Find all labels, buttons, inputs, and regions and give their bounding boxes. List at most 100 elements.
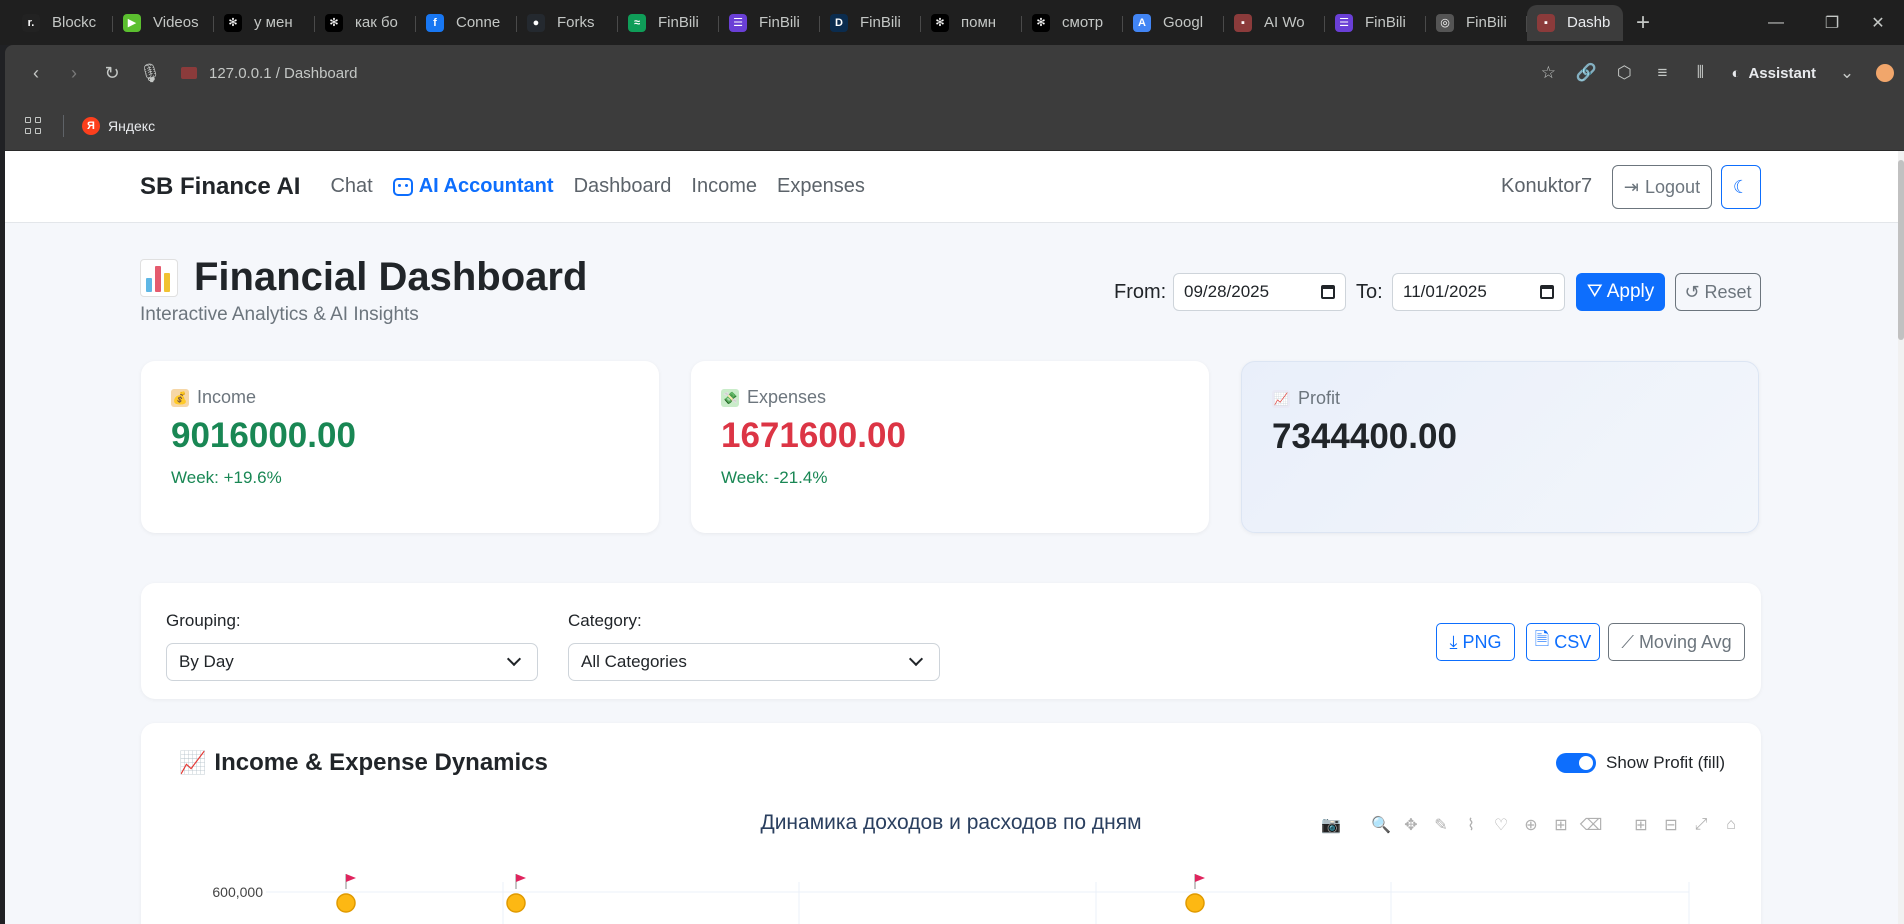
- browser-tab[interactable]: ✻ помн: [921, 5, 1022, 41]
- browser-tab[interactable]: ≈ FinBili: [618, 5, 719, 41]
- page-title: Financial Dashboard: [140, 255, 587, 300]
- nav-link-expenses[interactable]: Expenses: [777, 175, 865, 198]
- income-value: 9016000.00: [171, 416, 356, 455]
- income-label: Income: [197, 387, 257, 407]
- calendar-icon[interactable]: [1540, 285, 1554, 299]
- top-navbar: SB Finance AI Chat AI Accountant Dashboa…: [5, 151, 1898, 223]
- dynamics-chart-card: 📈 Income & Expense Dynamics Show Profit …: [141, 723, 1761, 924]
- apps-grid-icon[interactable]: [25, 116, 43, 135]
- data-point: [506, 893, 526, 913]
- tab-title: FinBili: [1466, 14, 1507, 31]
- tab-favicon: ✻: [1032, 13, 1050, 32]
- browser-tab[interactable]: ✻ как бо: [315, 5, 416, 41]
- line-chart-icon: ⟋: [1621, 631, 1634, 652]
- nav-link-ai-accountant[interactable]: AI Accountant: [392, 175, 554, 198]
- link-icon[interactable]: 🔗: [1567, 54, 1605, 92]
- profit-value: 7344400.00: [1272, 417, 1457, 456]
- reload-icon[interactable]: ↻: [93, 54, 131, 92]
- bookmark-label: Яндекс: [108, 117, 156, 134]
- tab-favicon: ≈: [628, 13, 646, 32]
- flag-marker: [346, 874, 356, 882]
- browser-tab[interactable]: r. Blockc: [12, 5, 113, 41]
- site-favicon: [181, 67, 197, 79]
- scrollbar-thumb[interactable]: [1898, 160, 1904, 340]
- to-date-input[interactable]: 11/01/2025: [1392, 273, 1565, 311]
- browser-tab[interactable]: D FinBili: [820, 5, 921, 41]
- extensions-icon[interactable]: ⬡: [1605, 54, 1643, 92]
- export-csv-button[interactable]: 🗎 CSV: [1526, 623, 1600, 661]
- apply-button[interactable]: ⛛ Apply: [1576, 273, 1665, 311]
- assistant-icon: ◐: [1731, 64, 1741, 82]
- browser-tab[interactable]: ▪ AI Wo: [1224, 5, 1325, 41]
- tab-favicon: ✻: [224, 13, 242, 32]
- browser-tab[interactable]: A Googl: [1123, 5, 1224, 41]
- new-tab-plus-icon[interactable]: +: [1623, 5, 1663, 41]
- logout-button[interactable]: ⇥ Logout: [1612, 165, 1712, 209]
- reset-button[interactable]: ↺ Reset: [1675, 273, 1761, 311]
- calendar-icon[interactable]: [1321, 285, 1335, 299]
- tab-favicon: ☰: [729, 13, 747, 32]
- page-title-text: Financial Dashboard: [194, 255, 588, 299]
- tab-favicon: ▪: [1537, 13, 1555, 32]
- income-card: 💰 Income 9016000.00 Week: +19.6%: [141, 361, 659, 533]
- browser-tab[interactable]: ☰ FinBili: [719, 5, 820, 41]
- tab-title: FinBili: [658, 14, 699, 31]
- tab-favicon: ●: [527, 13, 545, 32]
- tab-title: FinBili: [759, 14, 800, 31]
- theme-toggle-button[interactable]: ☾: [1721, 165, 1761, 209]
- export-png-button[interactable]: ⤓ PNG: [1436, 623, 1515, 661]
- close-window-icon[interactable]: ✕: [1850, 0, 1904, 45]
- browser-tab[interactable]: ▶ Videos: [113, 5, 214, 41]
- nav-link-chat[interactable]: Chat: [330, 175, 372, 198]
- tab-title: смотр: [1062, 14, 1104, 31]
- assistant-button[interactable]: ◐ Assistant: [1719, 65, 1828, 82]
- browser-tab[interactable]: ● Forks: [517, 5, 618, 41]
- grouping-label: Grouping:: [166, 611, 241, 630]
- nav-link-income[interactable]: Income: [691, 175, 757, 198]
- url-text: 127.0.0.1 / Dashboard: [209, 64, 358, 82]
- reading-list-icon[interactable]: ≡: [1643, 54, 1681, 92]
- file-icon: 🗎: [1534, 629, 1550, 649]
- tab-favicon: ✻: [931, 13, 949, 32]
- microphone-icon[interactable]: 🎙: [131, 54, 169, 92]
- moving-avg-button[interactable]: ⟋ Moving Avg: [1608, 623, 1745, 661]
- tab-favicon: ▪: [1234, 13, 1252, 32]
- bookmark-star-icon[interactable]: ☆: [1529, 54, 1567, 92]
- browser-tab[interactable]: ☰ FinBili: [1325, 5, 1426, 41]
- tab-title: FinBili: [860, 14, 901, 31]
- download-icon: ⤓: [1449, 631, 1458, 652]
- from-date-input[interactable]: 09/28/2025: [1173, 273, 1346, 311]
- moving-avg-label: Moving Avg: [1638, 631, 1732, 652]
- browser-tab-active[interactable]: ▪ Dashb: [1527, 4, 1623, 41]
- bookmark-yandex[interactable]: Я Яндекс: [82, 116, 156, 135]
- trend-up-icon: 📈: [1272, 389, 1290, 408]
- back-icon[interactable]: ‹: [17, 54, 55, 92]
- flag-marker: [516, 874, 526, 882]
- nav-link-dashboard[interactable]: Dashboard: [574, 175, 672, 198]
- tab-favicon: A: [1133, 13, 1151, 32]
- browser-tab[interactable]: ✻ у мен: [214, 5, 315, 41]
- plot-area[interactable]: 600,000: [141, 723, 1761, 924]
- grouping-select[interactable]: By Day: [166, 643, 538, 681]
- data-point: [1185, 893, 1205, 913]
- url-field[interactable]: 127.0.0.1 / Dashboard: [169, 54, 1529, 92]
- flag-marker: [1195, 874, 1205, 882]
- forward-icon[interactable]: ›: [55, 54, 93, 92]
- y-tick-label: 600,000: [212, 884, 263, 900]
- expenses-label-row: 💸 Expenses: [721, 387, 1179, 408]
- category-select[interactable]: All Categories: [568, 643, 940, 681]
- browser-tab[interactable]: ✻ смотр: [1022, 5, 1123, 41]
- to-date-value: 11/01/2025: [1403, 282, 1487, 301]
- png-label: PNG: [1462, 631, 1502, 652]
- csv-label: CSV: [1554, 631, 1592, 652]
- minimize-icon[interactable]: —: [1748, 0, 1804, 45]
- audio-icon[interactable]: ⦀: [1681, 54, 1719, 92]
- browser-tab[interactable]: ◎ FinBili: [1426, 5, 1527, 41]
- profile-avatar[interactable]: [1866, 54, 1904, 92]
- browser-tab[interactable]: f Conne: [416, 5, 517, 41]
- robot-icon: [392, 177, 413, 196]
- income-week-change: Week: +19.6%: [171, 468, 282, 487]
- brand-logo[interactable]: SB Finance AI: [140, 173, 300, 201]
- page-subtitle: Interactive Analytics & AI Insights: [140, 304, 419, 325]
- chevron-down-icon[interactable]: ⌄: [1828, 54, 1866, 92]
